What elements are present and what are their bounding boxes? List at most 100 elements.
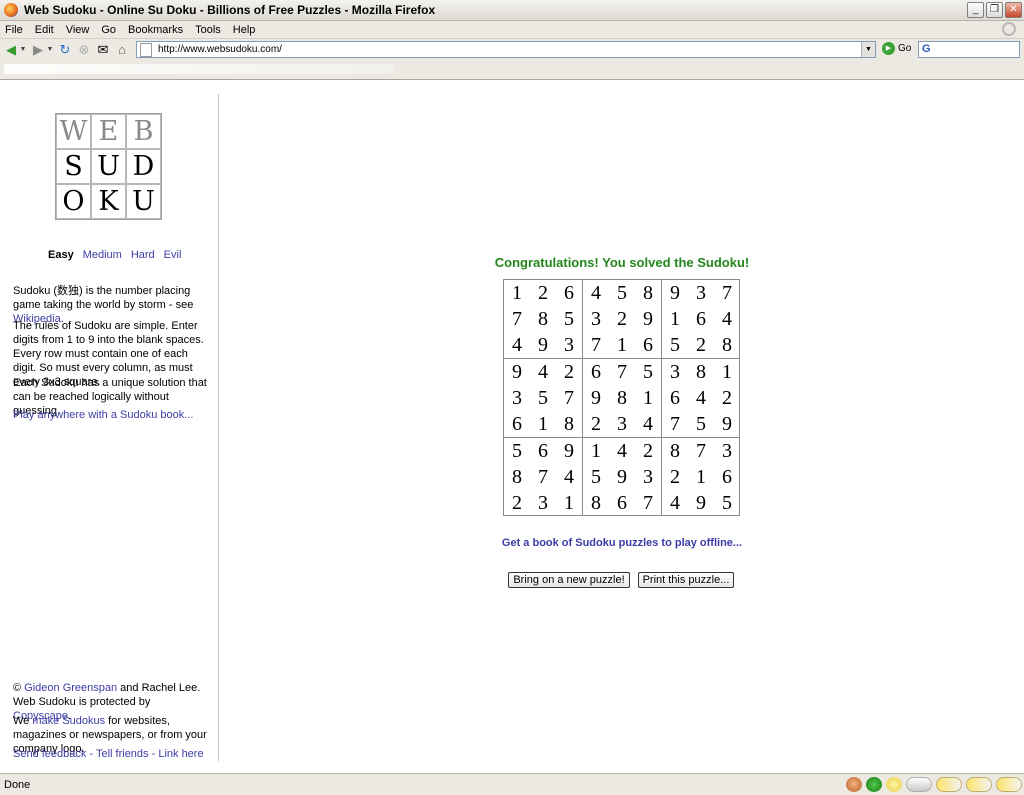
minimize-button[interactable]: _ (967, 2, 984, 18)
sudoku-cell[interactable]: 5 (583, 464, 609, 490)
sudoku-cell[interactable]: 2 (662, 464, 688, 490)
sudoku-cell[interactable]: 6 (583, 359, 609, 385)
sudoku-cell[interactable]: 9 (635, 306, 661, 332)
menu-file[interactable]: File (0, 24, 29, 36)
sudoku-cell[interactable]: 7 (688, 438, 714, 464)
sudoku-cell[interactable]: 1 (504, 280, 530, 306)
sudoku-cell[interactable]: 1 (635, 385, 661, 411)
sudoku-cell[interactable]: 4 (609, 438, 635, 464)
level-evil-link[interactable]: Evil (164, 249, 182, 261)
address-bar[interactable]: http://www.websudoku.com/ ▼ (136, 41, 876, 58)
link-here-link[interactable]: Link here (158, 748, 203, 760)
sudoku-cell[interactable]: 3 (530, 490, 556, 516)
sudoku-cell[interactable]: 1 (662, 306, 688, 332)
sudoku-cell[interactable]: 9 (556, 438, 582, 464)
sudoku-cell[interactable]: 8 (556, 411, 582, 437)
sudoku-cell[interactable]: 8 (583, 490, 609, 516)
menu-help[interactable]: Help (227, 24, 262, 36)
sudoku-cell[interactable]: 6 (662, 385, 688, 411)
menu-bookmarks[interactable]: Bookmarks (122, 24, 189, 36)
sudoku-cell[interactable]: 4 (635, 411, 661, 437)
go-label[interactable]: Go (898, 43, 911, 54)
sudoku-cell[interactable]: 7 (609, 359, 635, 385)
sudoku-cell[interactable]: 1 (530, 411, 556, 437)
sudoku-cell[interactable]: 5 (688, 411, 714, 437)
menu-edit[interactable]: Edit (29, 24, 60, 36)
make-sudokus-link[interactable]: make Sudokus (32, 715, 105, 727)
sudoku-cell[interactable]: 3 (635, 464, 661, 490)
extension-face-icon[interactable] (846, 777, 862, 792)
forward-history-chevron-icon[interactable]: ▼ (46, 42, 54, 58)
sudoku-cell[interactable]: 4 (714, 306, 740, 332)
go-arrow-icon[interactable]: ▶ (882, 42, 895, 55)
sudoku-cell[interactable]: 1 (583, 438, 609, 464)
sudoku-cell[interactable]: 8 (714, 332, 740, 358)
sudoku-cell[interactable]: 5 (504, 438, 530, 464)
sudoku-cell[interactable]: 1 (688, 464, 714, 490)
address-text[interactable]: http://www.websudoku.com/ (158, 44, 282, 55)
sudoku-cell[interactable]: 4 (556, 464, 582, 490)
sudoku-cell[interactable]: 6 (688, 306, 714, 332)
sudoku-cell[interactable]: 4 (662, 490, 688, 516)
sudoku-cell[interactable]: 2 (635, 438, 661, 464)
sudoku-cell[interactable]: 7 (556, 385, 582, 411)
sudoku-cell[interactable]: 8 (635, 280, 661, 306)
web-sudoku-logo[interactable]: W E B S U D O K U (55, 113, 162, 220)
sudoku-cell[interactable]: 9 (688, 490, 714, 516)
partly-sunny-icon[interactable] (996, 777, 1022, 792)
sudoku-cell[interactable]: 8 (662, 438, 688, 464)
sudoku-cell[interactable]: 5 (530, 385, 556, 411)
sudoku-cell[interactable]: 2 (688, 332, 714, 358)
sudoku-cell[interactable]: 7 (714, 280, 740, 306)
menu-go[interactable]: Go (95, 24, 122, 36)
sudoku-cell[interactable]: 7 (635, 490, 661, 516)
mail-icon[interactable]: ✉ (95, 42, 111, 58)
partly-sunny-icon[interactable] (936, 777, 962, 792)
sudoku-cell[interactable]: 2 (556, 359, 582, 385)
sudoku-cell[interactable]: 7 (530, 464, 556, 490)
sudoku-cell[interactable]: 9 (504, 359, 530, 385)
stop-icon[interactable]: ⊗ (76, 42, 92, 58)
sudoku-cell[interactable]: 1 (556, 490, 582, 516)
print-puzzle-button[interactable]: Print this puzzle... (638, 572, 734, 588)
sudoku-cell[interactable]: 5 (556, 306, 582, 332)
sudoku-cell[interactable]: 9 (583, 385, 609, 411)
sudoku-cell[interactable]: 5 (635, 359, 661, 385)
back-history-chevron-icon[interactable]: ▼ (19, 42, 27, 58)
new-puzzle-button[interactable]: Bring on a new puzzle! (508, 572, 630, 588)
sudoku-cell[interactable]: 1 (714, 359, 740, 385)
sudoku-cell[interactable]: 5 (662, 332, 688, 358)
home-icon[interactable]: ⌂ (114, 42, 130, 58)
sudoku-cell[interactable]: 6 (556, 280, 582, 306)
sudoku-cell[interactable]: 9 (662, 280, 688, 306)
sudoku-cell[interactable]: 3 (583, 306, 609, 332)
restore-button[interactable]: ❐ (986, 2, 1003, 18)
sudoku-cell[interactable]: 5 (714, 490, 740, 516)
sudoku-cell[interactable]: 7 (662, 411, 688, 437)
address-dropdown-icon[interactable]: ▼ (861, 42, 875, 57)
level-medium-link[interactable]: Medium (83, 249, 122, 261)
sudoku-cell[interactable]: 6 (530, 438, 556, 464)
sudoku-cell[interactable]: 2 (504, 490, 530, 516)
sudoku-cell[interactable]: 3 (714, 438, 740, 464)
reload-icon[interactable]: ↻ (57, 42, 73, 58)
sudoku-cell[interactable]: 4 (688, 385, 714, 411)
sudoku-cell[interactable]: 1 (609, 332, 635, 358)
sudoku-cell[interactable]: 2 (530, 280, 556, 306)
sudoku-cell[interactable]: 8 (504, 464, 530, 490)
sudoku-cell[interactable]: 3 (609, 411, 635, 437)
gideon-greenspan-link[interactable]: Gideon Greenspan (24, 682, 117, 694)
sudoku-cell[interactable]: 9 (714, 411, 740, 437)
sudoku-cell[interactable]: 4 (504, 332, 530, 358)
sudoku-cell[interactable]: 7 (504, 306, 530, 332)
partly-sunny-icon[interactable] (966, 777, 992, 792)
sudoku-cell[interactable]: 3 (504, 385, 530, 411)
sudoku-cell[interactable]: 3 (688, 280, 714, 306)
sudoku-cell[interactable]: 9 (530, 332, 556, 358)
sudoku-cell[interactable]: 3 (556, 332, 582, 358)
sudoku-cell[interactable]: 2 (714, 385, 740, 411)
sudoku-cell[interactable]: 8 (688, 359, 714, 385)
sudoku-cell[interactable]: 4 (583, 280, 609, 306)
close-button[interactable]: ✕ (1005, 2, 1022, 18)
cloud-weather-icon[interactable] (906, 777, 932, 792)
